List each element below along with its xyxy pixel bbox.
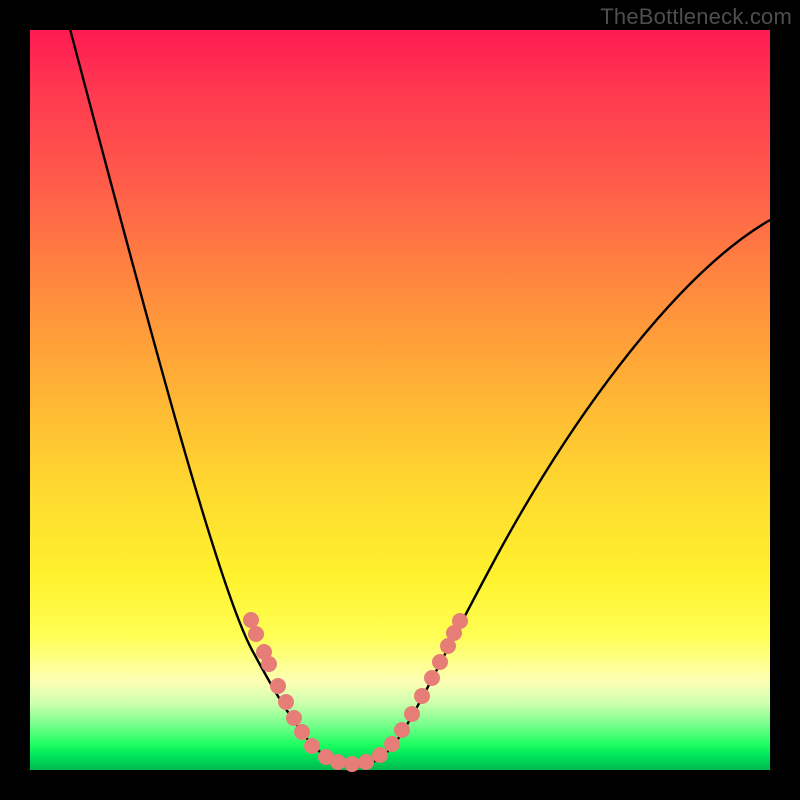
curve-marker: [270, 678, 286, 694]
curve-marker: [330, 754, 346, 770]
curve-marker: [358, 754, 374, 770]
curve-marker: [384, 736, 400, 752]
outer-frame: TheBottleneck.com: [0, 0, 800, 800]
curve-marker: [248, 626, 264, 642]
curve-marker: [286, 710, 302, 726]
curve-marker: [394, 722, 410, 738]
curve-marker: [243, 612, 259, 628]
curve-marker: [344, 756, 360, 772]
curve-marker: [432, 654, 448, 670]
curve-marker: [404, 706, 420, 722]
bottleneck-chart: [30, 30, 770, 770]
curve-marker: [372, 747, 388, 763]
curve-marker: [294, 724, 310, 740]
curve-marker: [452, 613, 468, 629]
curve-marker: [414, 688, 430, 704]
plot-area: [30, 30, 770, 770]
curve-marker: [261, 656, 277, 672]
curve-marker: [304, 738, 320, 754]
curve-marker: [278, 694, 294, 710]
curve-markers: [243, 612, 468, 772]
bottleneck-curve-path: [65, 10, 770, 765]
curve-marker: [424, 670, 440, 686]
watermark-text: TheBottleneck.com: [600, 4, 792, 30]
